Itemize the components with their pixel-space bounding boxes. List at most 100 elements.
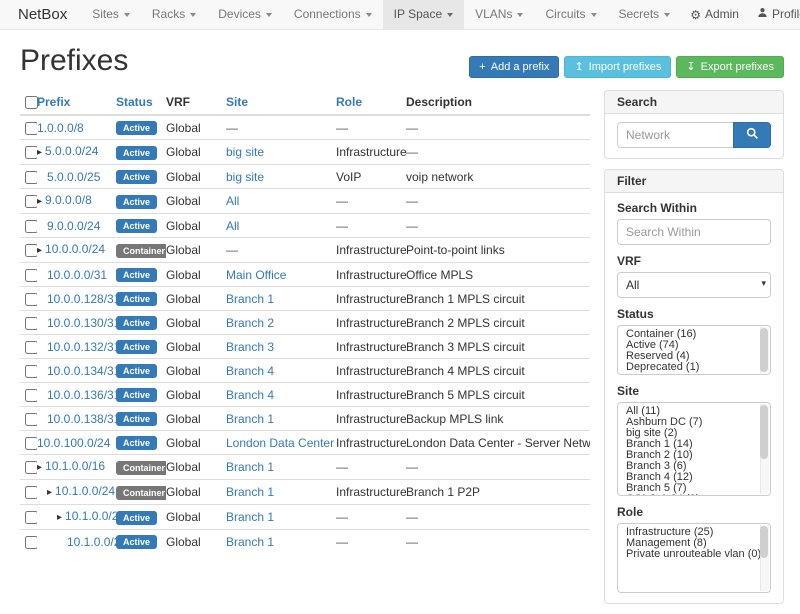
prefix-link[interactable]: 10.0.100.0/24 <box>37 436 110 450</box>
site-link[interactable]: Branch 3 <box>226 340 274 354</box>
site-link[interactable]: big site <box>226 145 264 159</box>
prefix-link[interactable]: 1.0.0.0/8 <box>37 121 84 135</box>
filter-option[interactable]: Private unrouteable vlan (0) <box>618 549 770 560</box>
nav-item-admin[interactable]: ⚙ Admin <box>681 0 748 29</box>
brand-logo[interactable]: NetBox <box>0 0 81 29</box>
nav-item-circuits[interactable]: Circuits <box>534 0 607 29</box>
nav-item-devices[interactable]: Devices <box>207 0 283 29</box>
row-checkbox[interactable] <box>25 511 37 524</box>
nav-item-vlans[interactable]: VLANs <box>464 0 534 29</box>
search-input[interactable] <box>617 122 734 148</box>
import-prefixes-button[interactable]: ↥ Import prefixes <box>564 56 671 78</box>
search-button[interactable] <box>733 122 771 148</box>
vrf-cell: Global <box>166 214 226 238</box>
prefix-cell: ▸10.1.0.0/24 <box>37 480 116 505</box>
row-checkbox[interactable] <box>25 341 37 354</box>
scrollbar[interactable] <box>760 327 769 373</box>
scrollbar[interactable] <box>760 525 769 591</box>
prefix-link[interactable]: 5.0.0.0/25 <box>47 170 100 184</box>
chevron-down-icon <box>447 13 453 17</box>
row-checkbox[interactable] <box>25 146 37 159</box>
prefix-link[interactable]: 10.1.0.0/26 <box>67 535 116 549</box>
column-header-status[interactable]: Status <box>116 90 166 115</box>
role-filter-list[interactable]: Infrastructure (25)Management (8)Private… <box>617 523 771 593</box>
prefix-link[interactable]: 10.1.0.0/16 <box>45 459 105 473</box>
row-checkbox[interactable] <box>25 317 37 330</box>
prefix-link[interactable]: 10.0.0.134/31 <box>47 364 116 378</box>
site-link[interactable]: London Data Center <box>226 436 334 450</box>
search-within-input[interactable] <box>617 219 771 245</box>
prefix-link[interactable]: 10.0.0.136/31 <box>47 388 116 402</box>
row-checkbox[interactable] <box>25 437 37 450</box>
prefix-link[interactable]: 10.0.0.132/31 <box>47 340 116 354</box>
site-link[interactable]: Branch 1 <box>226 292 274 306</box>
expand-arrow-icon[interactable]: ▸ <box>37 245 42 256</box>
prefix-link[interactable]: 10.1.0.0/24 <box>55 484 115 498</box>
expand-arrow-icon[interactable]: ▸ <box>47 487 52 498</box>
filter-option[interactable]: COLO-1-24 (3) <box>618 494 770 496</box>
filter-option[interactable]: Management (8) <box>618 538 770 549</box>
row-checkbox[interactable] <box>25 220 37 233</box>
row-checkbox[interactable] <box>25 195 37 208</box>
prefix-link[interactable]: 9.0.0.0/8 <box>45 193 92 207</box>
site-link[interactable]: Main Office <box>226 268 286 282</box>
column-header-site[interactable]: Site <box>226 90 336 115</box>
filter-option[interactable]: Infrastructure (25) <box>618 527 770 538</box>
site-link[interactable]: Branch 1 <box>226 510 274 524</box>
row-checkbox[interactable] <box>25 413 37 426</box>
nav-item-secrets[interactable]: Secrets <box>608 0 682 29</box>
column-header-role[interactable]: Role <box>336 90 406 115</box>
site-link[interactable]: Branch 1 <box>226 460 274 474</box>
row-checkbox[interactable] <box>25 293 37 306</box>
site-link[interactable]: big site <box>226 170 264 184</box>
nav-item-sites[interactable]: Sites <box>81 0 141 29</box>
prefix-link[interactable]: 10.1.0.0/25 <box>65 509 116 523</box>
prefix-link[interactable]: 10.0.0.0/24 <box>45 242 105 256</box>
site-link[interactable]: Branch 1 <box>226 535 274 549</box>
add-prefix-button[interactable]: + Add a prefix <box>469 56 559 78</box>
row-checkbox[interactable] <box>25 244 37 257</box>
prefix-link[interactable]: 9.0.0.0/24 <box>47 219 100 233</box>
site-link[interactable]: All <box>226 219 239 233</box>
row-checkbox[interactable] <box>25 389 37 402</box>
nav-item-profile[interactable]: Profile <box>748 0 800 29</box>
table-row: 5.0.0.0/25ActiveGlobalbig siteVoIPvoip n… <box>20 165 590 189</box>
vrf-select[interactable]: All <box>618 273 770 297</box>
prefix-link[interactable]: 5.0.0.0/24 <box>45 144 98 158</box>
status-filter-list[interactable]: Container (16)Active (74)Reserved (4)Dep… <box>617 325 771 375</box>
role-cell: Infrastructure <box>336 238 406 263</box>
prefix-link[interactable]: 10.0.0.130/31 <box>47 316 116 330</box>
prefix-link[interactable]: 10.0.0.138/31 <box>47 412 116 426</box>
nav-item-racks[interactable]: Racks <box>141 0 207 29</box>
row-checkbox[interactable] <box>25 486 37 499</box>
row-checkbox[interactable] <box>25 536 37 549</box>
site-link[interactable]: All <box>226 194 239 208</box>
prefix-link[interactable]: 10.0.0.128/31 <box>47 292 116 306</box>
description-cell: Branch 2 MPLS circuit <box>406 311 590 335</box>
site-link[interactable]: Branch 4 <box>226 388 274 402</box>
nav-item-ip-space[interactable]: IP Space <box>383 0 464 29</box>
expand-arrow-icon[interactable]: ▸ <box>37 147 42 158</box>
row-checkbox[interactable] <box>25 461 37 474</box>
site-filter-list[interactable]: All (11)Ashburn DC (7)big site (2)Branch… <box>617 402 771 496</box>
nav-item-connections[interactable]: Connections <box>283 0 383 29</box>
expand-arrow-icon[interactable]: ▸ <box>37 462 42 473</box>
row-checkbox[interactable] <box>25 365 37 378</box>
row-checkbox[interactable] <box>25 122 37 135</box>
prefix-link[interactable]: 10.0.0.0/31 <box>47 268 107 282</box>
scrollbar[interactable] <box>760 404 769 494</box>
expand-arrow-icon[interactable]: ▸ <box>57 512 62 523</box>
select-all-header <box>20 90 37 115</box>
export-prefixes-button[interactable]: ↧ Export prefixes <box>676 56 784 78</box>
site-link[interactable]: Branch 1 <box>226 412 274 426</box>
expand-arrow-icon[interactable]: ▸ <box>37 196 42 207</box>
site-link[interactable]: Branch 2 <box>226 316 274 330</box>
plus-icon: + <box>479 62 485 72</box>
site-link[interactable]: Branch 1 <box>226 485 274 499</box>
chevron-down-icon <box>124 13 130 17</box>
row-checkbox[interactable] <box>25 171 37 184</box>
filter-option[interactable]: Deprecated (1) <box>618 362 770 373</box>
site-link[interactable]: Branch 4 <box>226 364 274 378</box>
column-header-prefix[interactable]: Prefix <box>37 90 116 115</box>
row-checkbox[interactable] <box>25 269 37 282</box>
